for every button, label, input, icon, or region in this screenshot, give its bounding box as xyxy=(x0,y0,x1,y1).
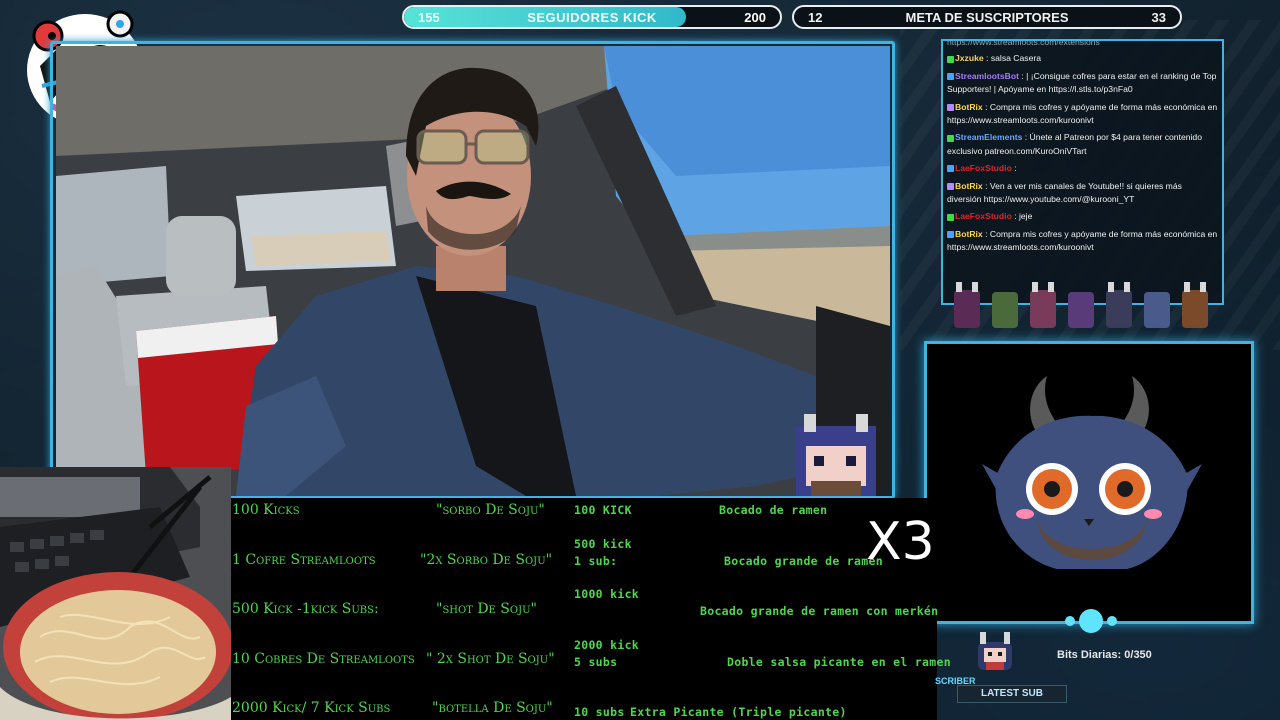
chat-badge-icon xyxy=(947,73,954,81)
bits-label: Bits Diarias: xyxy=(1057,649,1122,661)
menu-left-reward-2: "2x Sorbo De Soju" xyxy=(420,552,553,568)
bits-value: 0/350 xyxy=(1124,649,1152,661)
menu-left-reward-1: "sorbo De Soju" xyxy=(436,502,545,518)
menu-right-action-2a: 500 kick xyxy=(574,537,632,551)
chat-username[interactable]: LaeFoxStudio xyxy=(955,211,1012,221)
chat-message: BotRix : Compra mis cofres y apóyame de … xyxy=(947,101,1218,128)
chat-badge-icon xyxy=(947,213,954,221)
chat-panel[interactable]: https://www.streamloots.com/extensions J… xyxy=(941,39,1224,305)
menu-left-action-2: 1 Cofre Streamloots xyxy=(232,552,376,568)
chat-username[interactable]: BotRix xyxy=(955,181,983,191)
audio-indicator-icon xyxy=(1065,609,1117,633)
food-camera-feed xyxy=(0,467,231,720)
chat-username[interactable]: Jxzuke xyxy=(955,53,984,63)
chat-message: BotRix : Ven a ver mis canales de Youtub… xyxy=(947,180,1218,207)
main-camera-feed xyxy=(56,46,890,496)
menu-left-action-5: 2000 Kick/ 7 Kick Subs xyxy=(232,700,391,716)
subs-start: 12 xyxy=(808,9,823,25)
chat-badge-icon xyxy=(947,165,954,173)
chat-text: : Compra mis cofres y apóyame de forma m… xyxy=(947,101,1218,126)
menu-left-reward-4: " 2x Shot De Soju" xyxy=(426,651,555,667)
character-lineup xyxy=(954,282,1208,328)
chat-username[interactable]: BotRix xyxy=(955,229,983,239)
ramen-bowl-scene xyxy=(0,467,231,720)
followers-start: 155 xyxy=(418,9,440,25)
daily-bits-counter: Bits Diarias: 0/350 xyxy=(1057,649,1152,661)
chat-badge-icon xyxy=(947,182,954,190)
followers-goal: 200 xyxy=(744,9,766,25)
chat-badge-icon xyxy=(947,103,954,111)
chat-username[interactable]: BotRix xyxy=(955,102,983,112)
chat-message: LaeFoxStudio : jeje xyxy=(947,210,1218,223)
subs-goal-bar: 12 META DE SUSCRIPTORES 33 xyxy=(792,5,1182,29)
multiplier-label: X3 xyxy=(866,512,935,572)
latest-sub-avatar xyxy=(978,632,1012,670)
chat-text: : jeje xyxy=(1011,211,1033,222)
menu-right-reward-1: Bocado de ramen xyxy=(719,503,828,517)
menu-right-action-1: 100 KICK xyxy=(574,503,632,517)
menu-left-action-3: 500 Kick -1kick Subs: xyxy=(232,601,379,617)
menu-right-action-4a: 2000 kick xyxy=(574,638,640,652)
challenge-menu: 100 Kicks "sorbo De Soju" 1 Cofre Stream… xyxy=(230,498,951,720)
latest-sub-badge: LATEST SUB xyxy=(957,685,1067,703)
chat-badge-icon xyxy=(947,134,954,142)
chat-message-list: Jxzuke : salsa Casera StreamlootsBot : | … xyxy=(947,52,1218,254)
menu-right-reward-2: Bocado grande de ramen xyxy=(724,554,883,568)
menu-left-reward-5: "botella De Soju" xyxy=(432,700,553,716)
chat-username[interactable]: StreamElements xyxy=(955,132,1022,142)
chat-username[interactable]: StreamlootsBot xyxy=(955,71,1019,81)
vtuber-avatar-frame xyxy=(924,341,1254,624)
chat-message-fragment: https://www.streamloots.com/extensions xyxy=(947,39,1100,47)
menu-right-action-2b: 1 sub: xyxy=(574,554,618,568)
chat-message: StreamElements : Únete al Patreon por $4… xyxy=(947,131,1218,158)
car-interior-scene xyxy=(56,46,890,496)
subs-goal: 33 xyxy=(1151,9,1166,25)
chat-text: : Ven a ver mis canales de Youtube!! si … xyxy=(947,180,1182,205)
chat-username[interactable]: LaeFoxStudio xyxy=(955,163,1012,173)
menu-left-reward-3: "shot De Soju" xyxy=(436,601,537,617)
menu-left-action-1: 100 Kicks xyxy=(232,502,300,518)
chat-message: Jxzuke : salsa Casera xyxy=(947,52,1218,65)
menu-right-action-3: 1000 kick xyxy=(574,587,640,601)
pixel-character-sprite xyxy=(796,414,876,496)
chat-text: : xyxy=(1011,163,1017,174)
chat-message: BotRix : Compra mis cofres y apóyame de … xyxy=(947,228,1218,255)
chat-message: StreamlootsBot : | ¡Consigue cofres para… xyxy=(947,70,1218,97)
vtuber-avatar xyxy=(927,344,1251,621)
menu-left-action-4: 10 Cobres De Streamloots xyxy=(232,651,415,667)
followers-title: SEGUIDORES KICK xyxy=(527,9,657,25)
menu-right-action-4b: 5 subs xyxy=(574,655,618,669)
subs-title: META DE SUSCRIPTORES xyxy=(905,9,1069,25)
chat-message: LaeFoxStudio : xyxy=(947,162,1218,175)
menu-right-reward-3: Bocado grande de ramen con merkén xyxy=(700,604,939,618)
followers-goal-bar: 155 SEGUIDORES KICK 200 xyxy=(402,5,782,29)
chat-badge-icon xyxy=(947,55,954,63)
menu-right-reward-4: Doble salsa picante en el ramen xyxy=(727,655,951,669)
chat-text: : Compra mis cofres y apóyame de forma m… xyxy=(947,228,1218,253)
chat-badge-icon xyxy=(947,231,954,239)
menu-right-reward-5: Extra Picante (Triple picante) xyxy=(630,705,847,719)
menu-right-action-5: 10 subs xyxy=(574,705,625,719)
chat-text: : salsa Casera xyxy=(983,53,1041,64)
